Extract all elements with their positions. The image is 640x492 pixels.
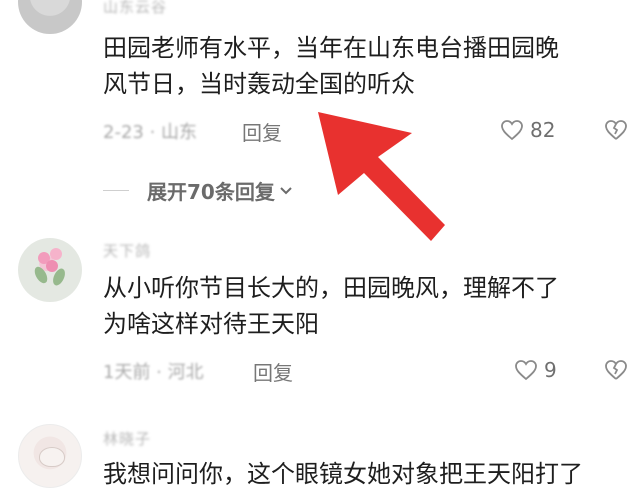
red-arrow-annotation [318,112,445,241]
